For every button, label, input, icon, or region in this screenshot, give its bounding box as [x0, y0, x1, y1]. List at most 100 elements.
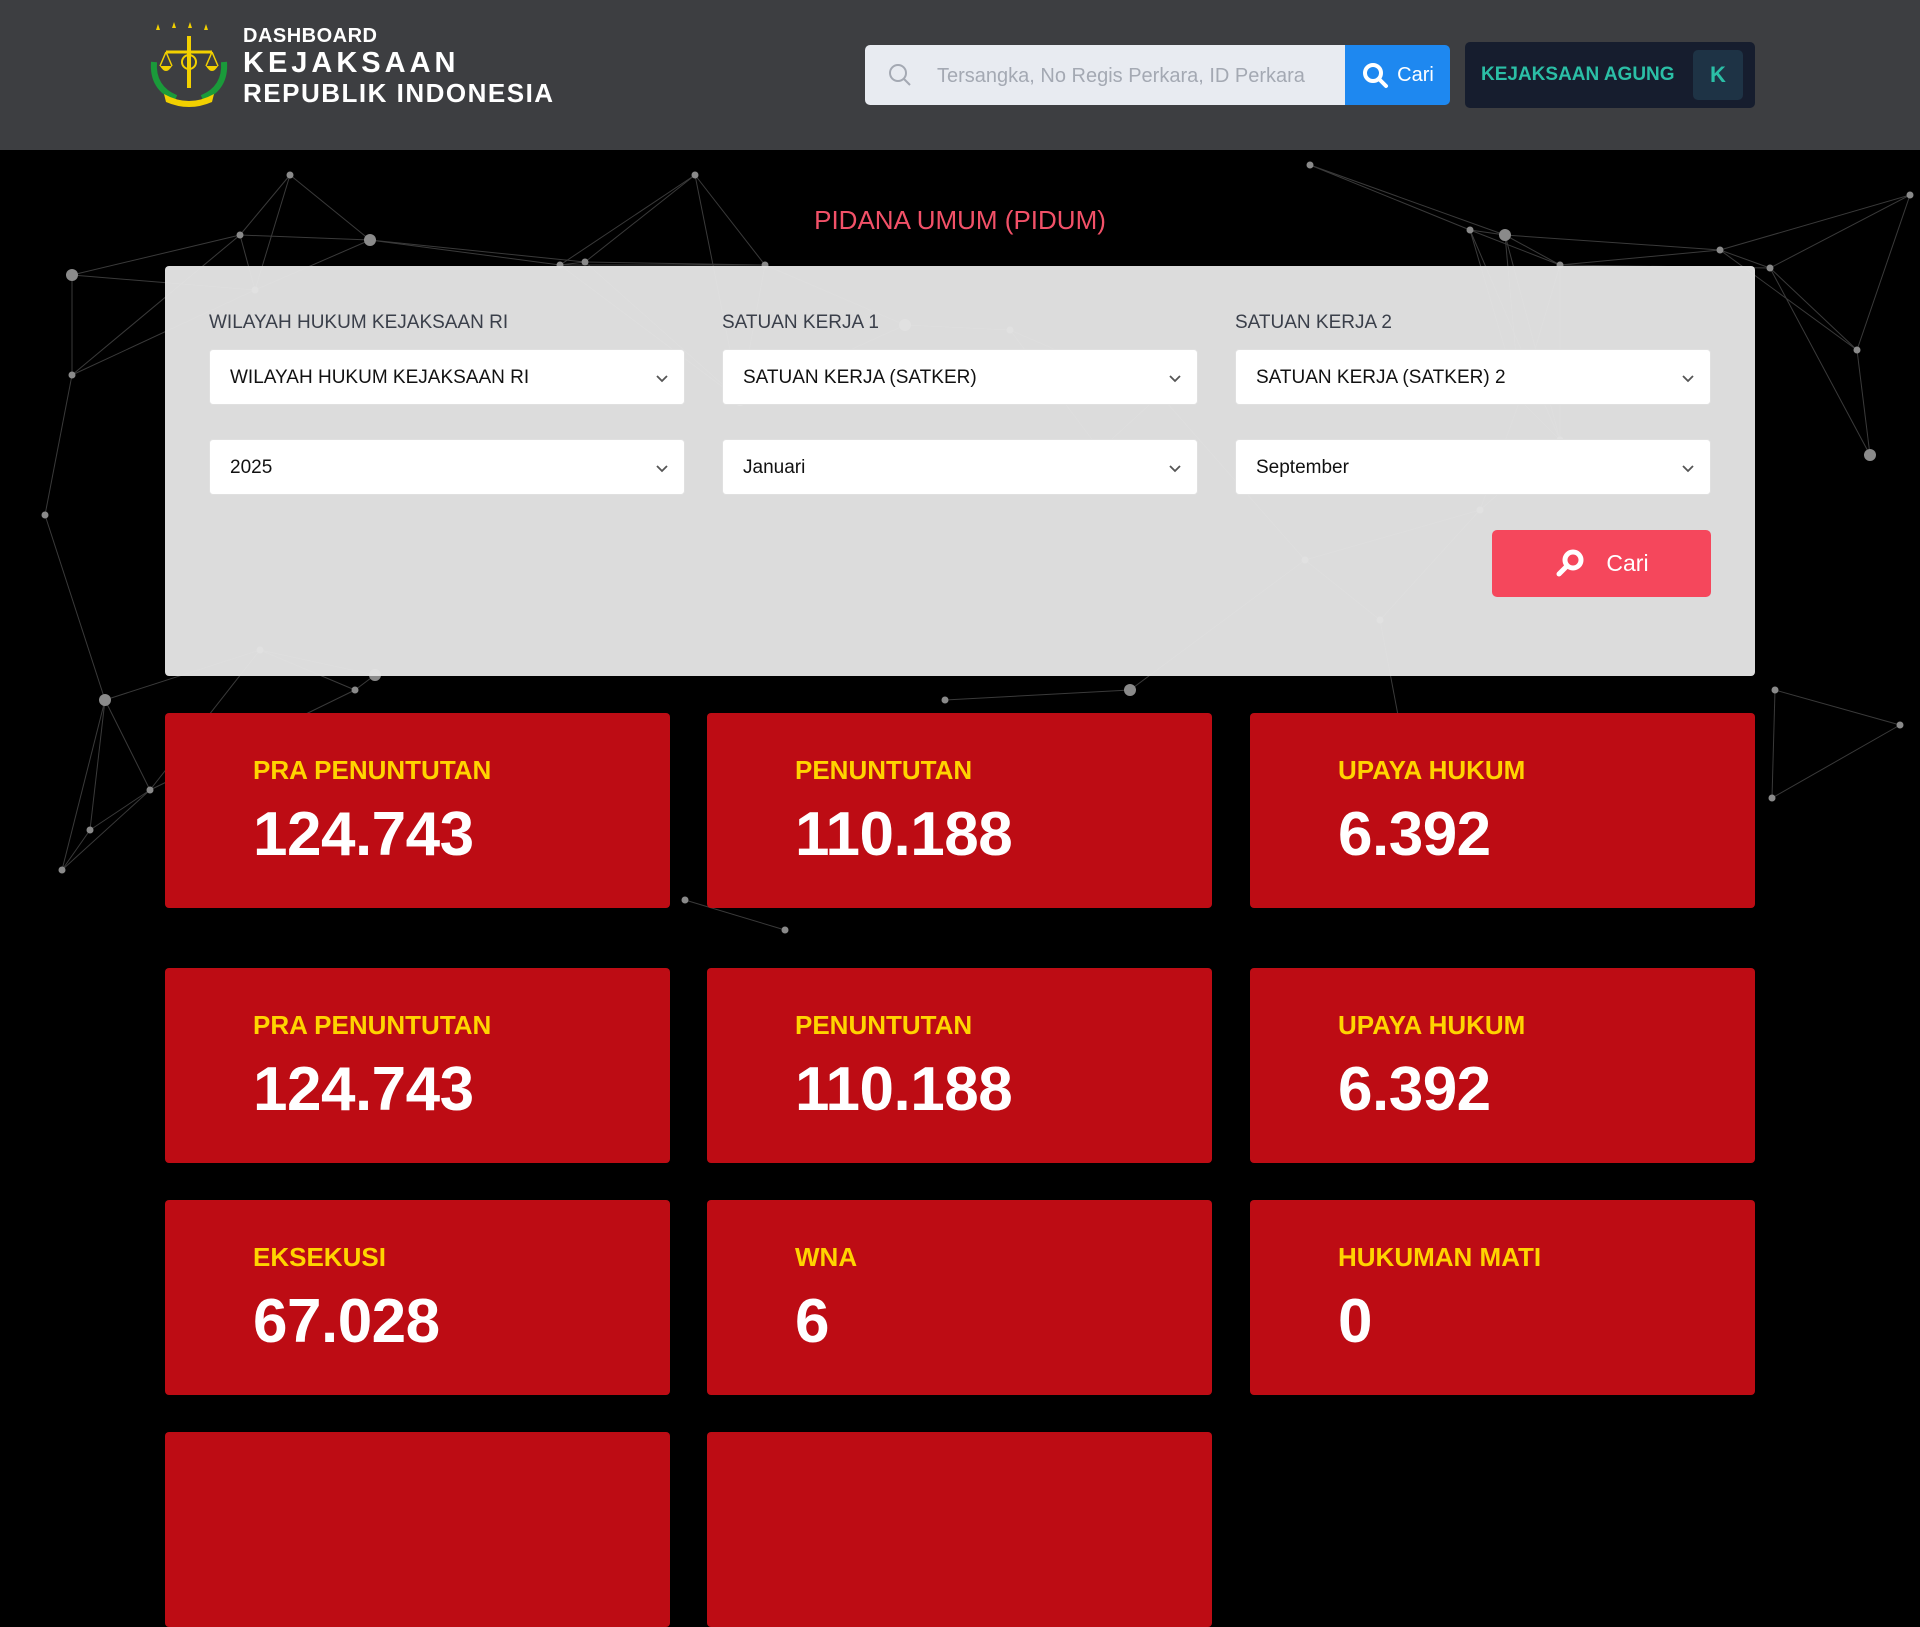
stat-card-eksekusi[interactable]: EKSEKUSI 67.028	[165, 1200, 670, 1395]
network-line	[1504, 234, 1721, 251]
stat-value: 124.743	[253, 800, 474, 869]
label-wilayah-hukum: WILAYAH HUKUM KEJAKSAAN RI	[209, 312, 509, 333]
stat-card-penuntutan-2[interactable]: PENUNTUTAN 110.188	[707, 968, 1212, 1163]
stat-card-pra-penuntutan-2[interactable]: PRA PENUNTUTAN 124.743	[165, 968, 670, 1163]
network-line	[369, 239, 586, 263]
network-node	[1716, 246, 1724, 254]
network-line	[1771, 724, 1901, 799]
stat-card-wna[interactable]: WNA 6	[707, 1200, 1212, 1395]
network-line	[944, 689, 1131, 701]
stat-label: WNA	[795, 1242, 858, 1272]
network-node	[99, 694, 111, 706]
select-satuan-kerja-2[interactable]: SATUAN KERJA (SATKER) 2	[1235, 349, 1711, 405]
network-line	[61, 789, 151, 871]
network-node	[1853, 346, 1861, 354]
network-node	[1306, 161, 1314, 169]
chevron-down-icon	[1169, 465, 1181, 473]
network-node	[581, 258, 589, 266]
network-node	[781, 926, 789, 934]
network-node	[1124, 684, 1136, 696]
stat-label: PRA PENUNTUTAN	[253, 755, 492, 785]
stat-label: EKSEKUSI	[253, 1242, 386, 1272]
stat-value: 67.028	[253, 1287, 440, 1356]
stat-card-pra-penuntutan[interactable]: PRA PENUNTUTAN 124.743	[165, 713, 670, 908]
select-satuan-kerja-2-value: SATUAN KERJA (SATKER) 2	[1256, 367, 1506, 388]
network-line	[104, 699, 151, 791]
network-line	[44, 374, 73, 516]
brand-title: DASHBOARD KEJAKSAAN REPUBLIK INDONESIA	[243, 24, 555, 108]
network-node	[286, 171, 294, 179]
stat-card-hukuman-mati[interactable]: HUKUMAN MATI 0	[1250, 1200, 1755, 1395]
stat-value: 110.188	[795, 800, 1013, 869]
network-line	[1769, 267, 1858, 351]
global-search-input[interactable]	[935, 45, 1339, 107]
stat-card-partial[interactable]	[707, 1432, 1212, 1627]
user-name: KEJAKSAAN AGUNG	[1481, 64, 1675, 85]
select-year[interactable]: 2025	[209, 439, 685, 495]
stat-card-upaya-hukum[interactable]: UPAYA HUKUM 6.392	[1250, 713, 1755, 908]
stat-card-partial[interactable]	[165, 1432, 670, 1627]
kejaksaan-emblem-icon[interactable]	[146, 22, 232, 108]
chevron-down-icon	[656, 375, 668, 383]
network-node	[41, 511, 49, 519]
stat-label: PRA PENUNTUTAN	[253, 1010, 492, 1040]
network-line	[61, 829, 91, 871]
network-line	[1559, 249, 1721, 266]
network-node	[68, 371, 76, 379]
top-header: DASHBOARD KEJAKSAAN REPUBLIK INDONESIA C…	[0, 0, 1920, 150]
network-line	[44, 514, 106, 701]
user-menu[interactable]: KEJAKSAAN AGUNG K	[1465, 42, 1755, 108]
stat-label: HUKUMAN MATI	[1338, 1242, 1542, 1272]
user-avatar[interactable]: K	[1693, 50, 1743, 100]
global-search-button[interactable]: Cari	[1345, 45, 1450, 105]
stat-card-penuntutan[interactable]: PENUNTUTAN 110.188	[707, 713, 1212, 908]
network-line	[1771, 689, 1776, 799]
select-month-end-value: September	[1256, 457, 1349, 478]
stat-value: 6.392	[1338, 1055, 1491, 1124]
search-icon	[889, 64, 911, 86]
filter-search-button[interactable]: Cari	[1492, 530, 1711, 597]
network-node	[66, 269, 78, 281]
network-line	[61, 699, 106, 871]
network-line	[369, 239, 561, 266]
select-month-end[interactable]: September	[1235, 439, 1711, 495]
stat-label: PENUNTUTAN	[795, 755, 973, 785]
section-title: PIDANA UMUM (PIDUM)	[814, 205, 1106, 235]
chevron-down-icon	[1682, 375, 1694, 383]
network-node	[1768, 794, 1776, 802]
network-node	[146, 786, 154, 794]
select-month-start-value: Januari	[743, 457, 806, 478]
stat-card-upaya-hukum-2[interactable]: UPAYA HUKUM 6.392	[1250, 968, 1755, 1163]
network-line	[1856, 349, 1871, 456]
network-node	[941, 696, 949, 704]
chevron-down-icon	[1682, 465, 1694, 473]
brand-line-kejaksaan: KEJAKSAAN	[243, 47, 460, 79]
network-node	[1896, 721, 1904, 729]
label-satuan-kerja-2: SATUAN KERJA 2	[1235, 312, 1392, 333]
brand-line-dashboard: DASHBOARD	[243, 25, 378, 47]
global-search-button-label: Cari	[1397, 63, 1434, 86]
network-node	[1771, 686, 1779, 694]
select-wilayah-hukum[interactable]: WILAYAH HUKUM KEJAKSAAN RI	[209, 349, 685, 405]
network-node	[1864, 449, 1876, 461]
stat-value: 124.743	[253, 1055, 474, 1124]
network-line	[1774, 689, 1901, 726]
network-node	[681, 896, 689, 904]
select-month-start[interactable]: Januari	[722, 439, 1198, 495]
search-icon	[1556, 549, 1584, 576]
label-satuan-kerja-1: SATUAN KERJA 1	[722, 312, 879, 333]
network-node	[691, 171, 699, 179]
stat-label: UPAYA HUKUM	[1338, 1010, 1526, 1040]
stat-value: 0	[1338, 1287, 1372, 1356]
network-line	[89, 789, 151, 831]
filter-search-button-label: Cari	[1606, 550, 1649, 576]
select-wilayah-hukum-value: WILAYAH HUKUM KEJAKSAAN RI	[230, 367, 530, 388]
network-node	[1766, 264, 1774, 272]
chevron-down-icon	[656, 465, 668, 473]
select-satuan-kerja-1[interactable]: SATUAN KERJA (SATKER)	[722, 349, 1198, 405]
stat-value: 6.392	[1338, 800, 1491, 869]
select-satuan-kerja-1-value: SATUAN KERJA (SATKER)	[743, 367, 977, 388]
stat-label: PENUNTUTAN	[795, 1010, 973, 1040]
network-node	[351, 686, 359, 694]
chevron-down-icon	[1169, 375, 1181, 383]
